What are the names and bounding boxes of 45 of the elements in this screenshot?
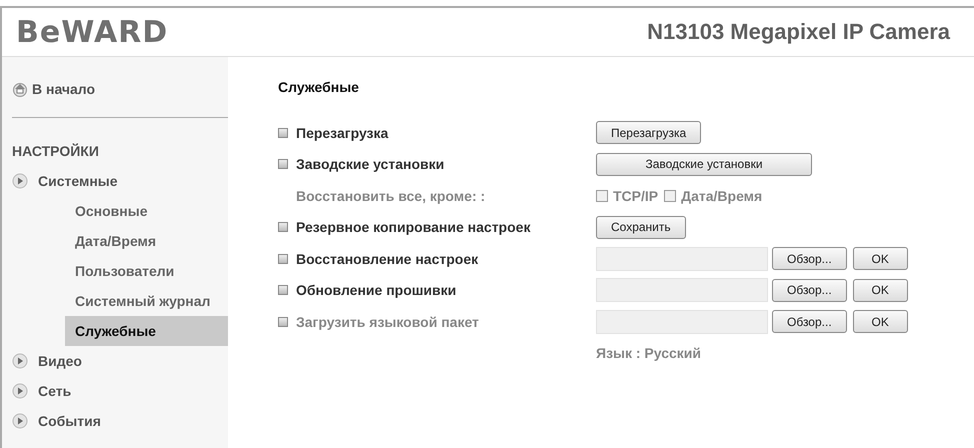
setting-label: Резервное копирование настроек (296, 219, 530, 236)
bullet-icon (278, 254, 288, 264)
setting-label: Заводские установки (296, 156, 444, 172)
language-text: Язык : Русский (596, 345, 701, 362)
menu-item[interactable]: Служебные (65, 316, 228, 346)
camera-title: N13103 Megapixel IP Camera (647, 19, 950, 45)
menu-item[interactable]: Пользователи (65, 256, 228, 286)
menu-group[interactable]: Видео (38, 353, 82, 369)
setting-label: Перезагрузка (296, 124, 388, 141)
section-heading: НАСТРОЙКИ (12, 142, 100, 161)
menu-item[interactable]: Дата/Время (65, 226, 228, 256)
bullet-icon (278, 128, 288, 138)
play-bullet-icon (12, 353, 28, 369)
action-button[interactable]: Перезагрузка (596, 121, 702, 144)
page-title: Служебные (278, 79, 360, 95)
checkbox-label: Дата/Время (681, 188, 762, 204)
bullet-icon (278, 159, 288, 170)
bullet-icon (278, 316, 288, 327)
menu-group[interactable]: События (38, 413, 101, 429)
file-path-field[interactable] (596, 310, 768, 334)
action-button[interactable]: Заводские установки (596, 152, 812, 176)
setting-label: Восстановить все, кроме: : (296, 188, 486, 204)
file-path-field[interactable] (596, 246, 768, 271)
play-bullet-icon (12, 383, 28, 399)
menu-item[interactable]: Системный журнал (65, 286, 228, 316)
home-icon (12, 81, 28, 97)
menu-item[interactable]: Основные (65, 196, 228, 226)
ok-button[interactable]: OK (852, 278, 908, 302)
play-bullet-icon (12, 413, 28, 429)
setting-label: Обновление прошивки (296, 282, 456, 298)
action-button[interactable]: Сохранить (596, 216, 686, 239)
menu-group[interactable]: Системные (38, 173, 118, 189)
bullet-icon (278, 285, 288, 296)
browse-button[interactable]: Обзор... (772, 247, 847, 270)
play-bullet-icon (12, 173, 28, 189)
file-path-field[interactable] (596, 278, 768, 302)
setting-label: Восстановление настроек (296, 250, 478, 267)
menu-group[interactable]: Сеть (38, 383, 72, 399)
browse-button[interactable]: Обзор... (772, 278, 847, 302)
ok-button[interactable]: OK (852, 247, 908, 270)
bullet-icon (278, 222, 288, 232)
setting-label: Загрузить языковой пакет (296, 314, 479, 330)
home-link[interactable]: В начало (32, 81, 96, 97)
logo: BeWARD (16, 14, 168, 50)
checkbox-label: TCP/IP (613, 188, 658, 204)
